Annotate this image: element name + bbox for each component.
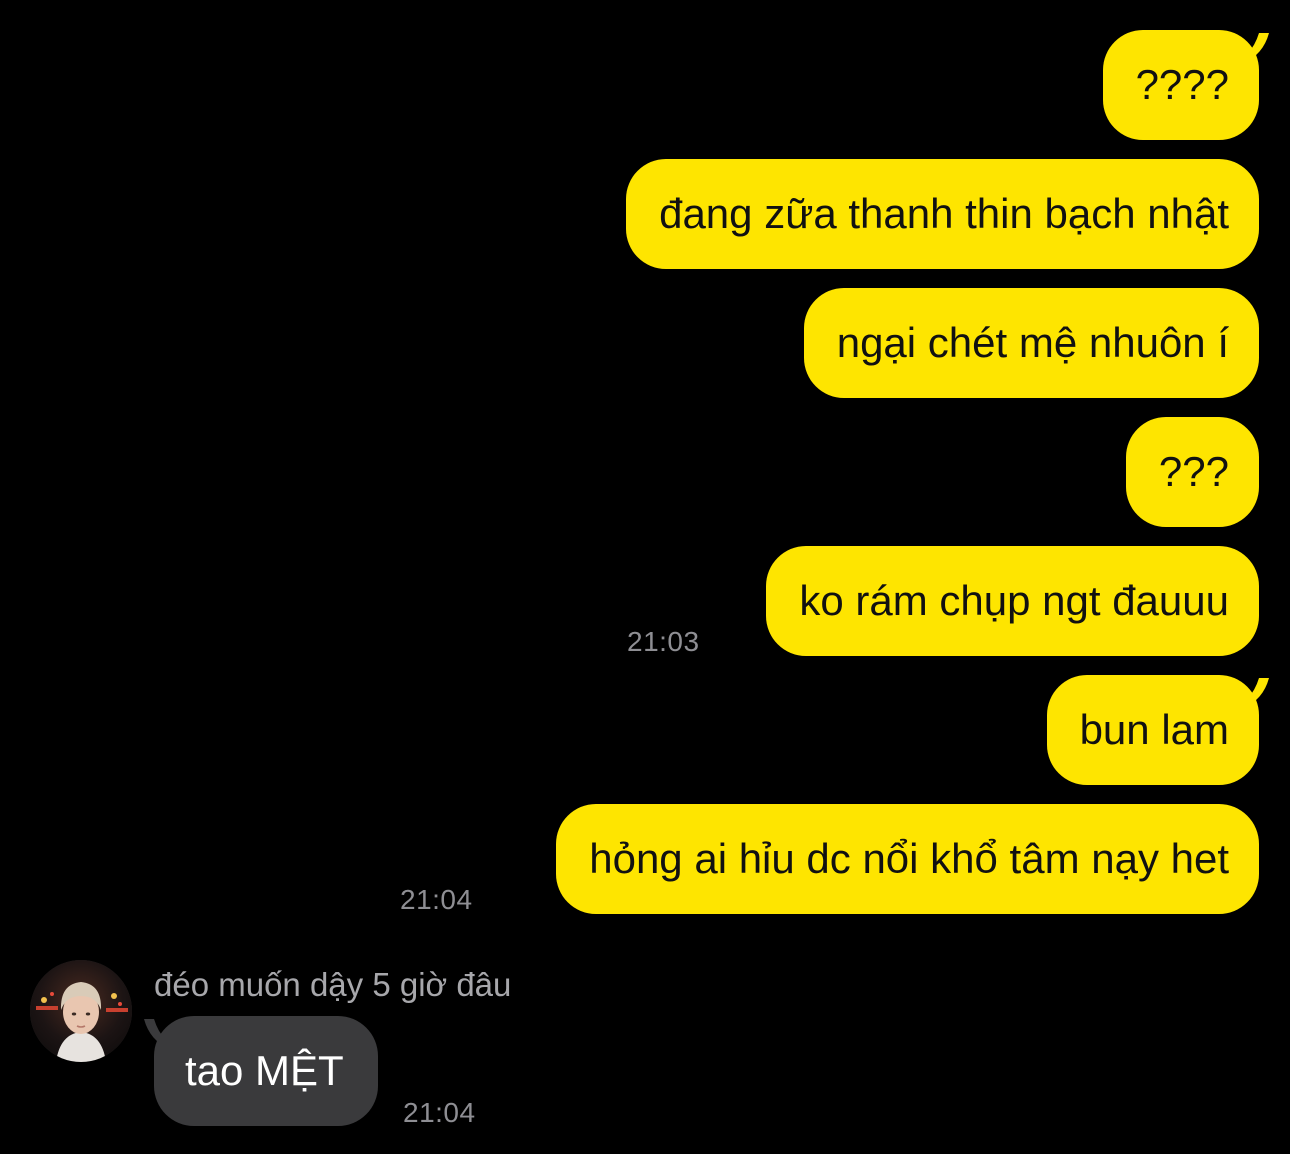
outgoing-message[interactable]: đang zữa thanh thin bạch nhật <box>626 159 1259 269</box>
message-timestamp: 21:03 <box>627 626 700 657</box>
outgoing-message[interactable]: ???? <box>1102 30 1259 140</box>
outgoing-message[interactable]: bun lam <box>1046 675 1259 785</box>
outgoing-message[interactable]: ngại chét mệ nhuôn í <box>803 288 1259 398</box>
outgoing-message[interactable]: ko rám chụp ngt đauuu <box>766 546 1259 656</box>
profile-photo-icon <box>30 960 132 1062</box>
incoming-message[interactable]: tao MỆT <box>154 1016 378 1126</box>
outgoing-message[interactable]: ??? <box>1125 417 1259 527</box>
chat-area: ???? đang zữa thanh thin bạch nhật ngại … <box>0 0 1290 1154</box>
message-timestamp: 21:04 <box>400 884 473 915</box>
outgoing-message[interactable]: hỏng ai hỉu dc nổi khổ tâm nạy het <box>556 804 1259 914</box>
message-timestamp: 21:04 <box>403 1097 476 1128</box>
avatar[interactable] <box>30 960 132 1062</box>
sender-name: đéo muốn dậy 5 giờ đâu <box>154 966 512 1003</box>
